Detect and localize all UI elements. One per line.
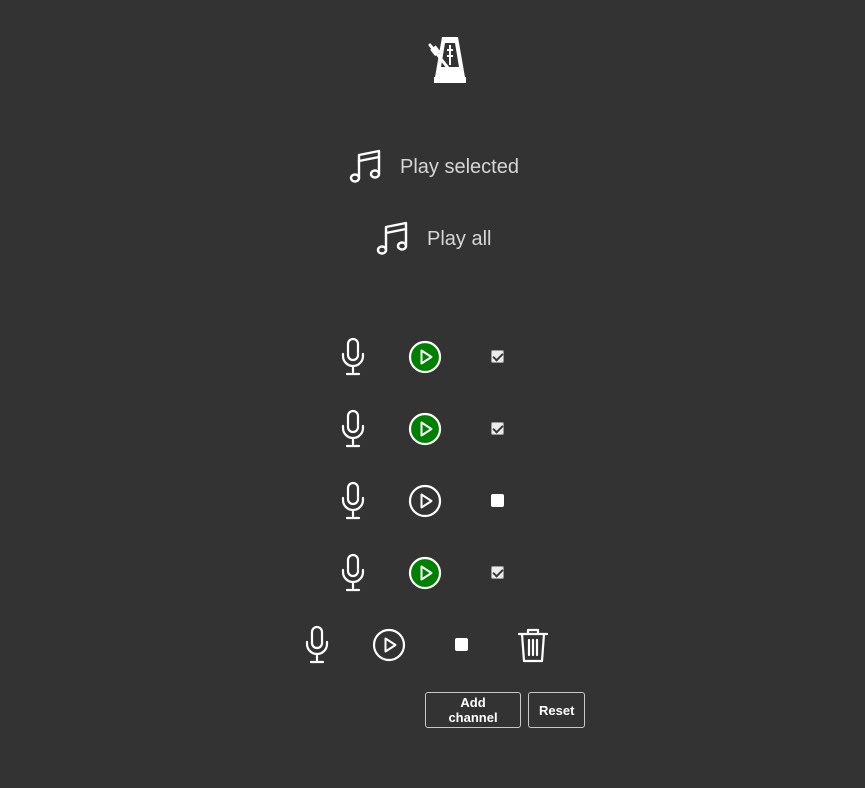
microphone-icon[interactable] — [340, 337, 366, 377]
trash-icon[interactable] — [517, 627, 549, 663]
play-icon[interactable] — [372, 628, 406, 662]
play-all-label: Play all — [427, 227, 492, 250]
play-all-button[interactable]: Play all — [375, 220, 491, 258]
channel-select-checkbox[interactable] — [491, 494, 504, 507]
channel-select-checkbox[interactable] — [455, 638, 468, 651]
microphone-icon[interactable] — [340, 553, 366, 593]
microphone-icon[interactable] — [340, 409, 366, 449]
microphone-icon[interactable] — [304, 625, 330, 665]
microphone-icon[interactable] — [340, 481, 366, 521]
reset-button[interactable]: Reset — [528, 692, 585, 728]
play-selected-label: Play selected — [400, 155, 519, 178]
metronome-icon[interactable] — [428, 33, 472, 85]
music-note-icon — [375, 220, 409, 258]
channel-select-checkbox[interactable] — [491, 566, 504, 579]
play-icon[interactable] — [408, 484, 442, 518]
play-icon-active[interactable] — [408, 412, 442, 446]
play-icon-active[interactable] — [408, 556, 442, 590]
play-icon-active[interactable] — [408, 340, 442, 374]
add-channel-button[interactable]: Add channel — [425, 692, 521, 728]
music-note-icon — [348, 148, 382, 186]
channel-select-checkbox[interactable] — [491, 350, 504, 363]
channel-select-checkbox[interactable] — [491, 422, 504, 435]
play-selected-button[interactable]: Play selected — [348, 148, 519, 186]
